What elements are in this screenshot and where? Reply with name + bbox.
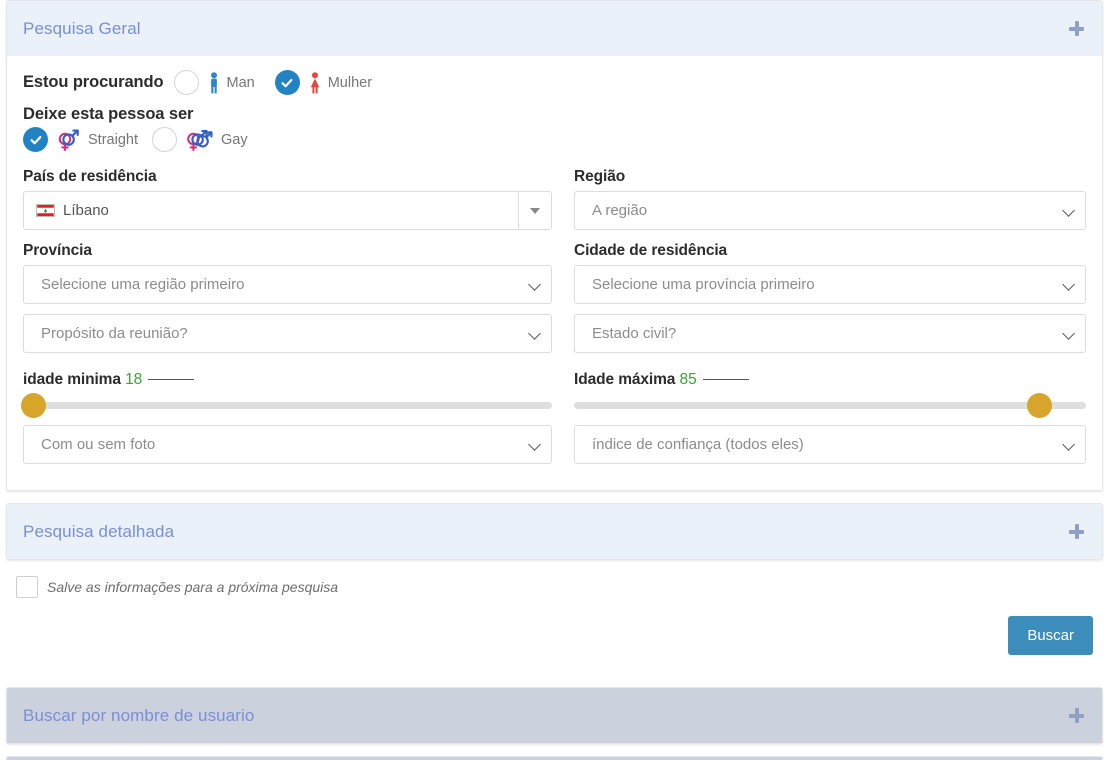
- trust-field-group: índice de confiança (todos eles): [574, 425, 1086, 464]
- purpose-select[interactable]: Propósito da reunião?: [23, 314, 552, 353]
- photo-select[interactable]: Com ou sem foto: [23, 425, 552, 464]
- purpose-field-group: Propósito da reunião?: [23, 314, 552, 353]
- search-page: Pesquisa Geral Estou procurando Man Mulh…: [0, 0, 1109, 760]
- orientation-option-gay-label: Gay: [220, 131, 248, 148]
- orientation-options-row: Straight Gay: [23, 127, 1086, 152]
- orientation-option-straight-label: Straight: [88, 131, 138, 148]
- chevron-down-icon: [1062, 437, 1075, 451]
- panel-general-search-header[interactable]: Pesquisa Geral: [7, 1, 1102, 56]
- plus-icon[interactable]: [1069, 21, 1084, 36]
- chevron-down-icon: [528, 277, 541, 291]
- panel-detailed-search: Pesquisa detalhada: [6, 503, 1103, 560]
- panel-general-search-body: Estou procurando Man Mulher Deixe esta p…: [7, 56, 1102, 490]
- region-label: Região: [574, 168, 626, 185]
- chevron-down-icon: [528, 437, 541, 451]
- radio-checked-icon[interactable]: [23, 127, 48, 152]
- marital-status-select[interactable]: Estado civil?: [574, 314, 1086, 353]
- region-value: A região: [592, 202, 648, 219]
- chevron-down-icon: [1062, 203, 1075, 217]
- search-button[interactable]: Buscar: [1008, 616, 1093, 655]
- trust-index-select[interactable]: índice de confiança (todos eles): [574, 425, 1086, 464]
- city-select[interactable]: Selecione uma província primeiro: [574, 265, 1086, 304]
- chevron-down-icon: [1062, 326, 1075, 340]
- caret-down-icon: [530, 207, 540, 214]
- save-search-row: Salve as informações para a próxima pesq…: [16, 574, 1093, 598]
- panel-username-search-title: Buscar por nombre de usuario: [23, 705, 255, 725]
- lebanon-flag-icon: [36, 204, 55, 217]
- radio-checked-icon[interactable]: [274, 70, 300, 95]
- radio-unchecked-icon[interactable]: [173, 70, 199, 95]
- province-label: Província: [23, 242, 92, 259]
- location-grid: País de residência Líbano Região A regiã…: [21, 156, 1086, 464]
- age-min-slider-thumb[interactable]: [21, 393, 47, 418]
- age-min-label: idade minima: [23, 371, 121, 388]
- panel-general-search-title: Pesquisa Geral: [23, 18, 141, 38]
- chevron-down-icon: [528, 326, 541, 340]
- age-max-group: Idade máxima 85: [574, 371, 1086, 418]
- country-field-group: País de residência Líbano: [23, 156, 552, 230]
- straight-symbol-icon: [56, 128, 82, 152]
- age-max-underline: [702, 379, 749, 380]
- orientation-option-gay[interactable]: Gay: [151, 127, 248, 152]
- save-search-label: Salve as informações para a próxima pesq…: [47, 579, 339, 595]
- photo-field-group: Com ou sem foto: [23, 425, 552, 464]
- looking-for-option-man[interactable]: Man: [173, 70, 255, 95]
- age-min-underline: [148, 379, 195, 380]
- save-search-checkbox[interactable]: [16, 576, 38, 598]
- orientation-label: Deixe esta pessoa ser: [23, 105, 194, 123]
- age-min-label-row: idade minima 18: [23, 371, 552, 389]
- age-max-value: 85: [679, 371, 697, 388]
- submit-row: Buscar: [16, 616, 1093, 655]
- looking-for-option-man-label: Man: [226, 74, 255, 91]
- age-max-slider[interactable]: [574, 393, 1086, 418]
- purpose-value: Propósito da reunião?: [41, 325, 188, 342]
- country-select[interactable]: Líbano: [23, 191, 552, 230]
- age-min-value: 18: [125, 371, 143, 388]
- country-label: País de residência: [23, 168, 157, 185]
- chevron-down-icon: [1062, 277, 1075, 291]
- save-and-submit-area: Salve as informações para a próxima pesq…: [0, 570, 1109, 673]
- city-value: Selecione uma província primeiro: [592, 276, 815, 293]
- region-field-group: Região A região: [574, 156, 1086, 230]
- looking-for-option-woman-label: Mulher: [327, 74, 373, 91]
- plus-icon[interactable]: [1069, 708, 1084, 723]
- marital-status-value: Estado civil?: [592, 325, 677, 342]
- looking-for-label: Estou procurando: [23, 73, 164, 91]
- trust-index-value: índice de confiança (todos eles): [592, 436, 804, 453]
- panel-general-search: Pesquisa Geral Estou procurando Man Mulh…: [6, 0, 1103, 491]
- panel-quick-filter: Filtrado rápido: [6, 756, 1103, 760]
- age-max-label-row: Idade máxima 85: [574, 371, 1086, 389]
- radio-unchecked-icon[interactable]: [151, 127, 177, 152]
- province-value: Selecione uma região primeiro: [41, 276, 245, 293]
- country-value: Líbano: [63, 202, 109, 219]
- province-select[interactable]: Selecione uma região primeiro: [23, 265, 552, 304]
- panel-username-search-header[interactable]: Buscar por nombre de usuario: [7, 688, 1102, 743]
- province-field-group: Província Selecione uma região primeiro: [23, 230, 552, 304]
- photo-value: Com ou sem foto: [41, 436, 156, 453]
- panel-username-search: Buscar por nombre de usuario: [6, 687, 1103, 744]
- female-figure-icon: [308, 71, 322, 94]
- age-max-label: Idade máxima: [574, 371, 676, 388]
- male-figure-icon: [207, 71, 221, 94]
- country-dropdown-button[interactable]: [518, 192, 551, 229]
- city-field-group: Cidade de residência Selecione uma proví…: [574, 230, 1086, 304]
- age-min-group: idade minima 18: [21, 371, 552, 418]
- looking-for-option-woman[interactable]: Mulher: [274, 70, 373, 95]
- marital-field-group: Estado civil?: [574, 314, 1086, 353]
- age-max-slider-thumb[interactable]: [1027, 393, 1053, 418]
- city-label: Cidade de residência: [574, 242, 728, 259]
- looking-for-row: Estou procurando Man Mulher: [23, 70, 1086, 95]
- orientation-group: Deixe esta pessoa ser Straight Gay: [23, 105, 1086, 152]
- gay-symbol-icon: [185, 128, 215, 152]
- panel-detailed-search-title: Pesquisa detalhada: [23, 521, 175, 541]
- region-select[interactable]: A região: [574, 191, 1086, 230]
- panel-detailed-search-header[interactable]: Pesquisa detalhada: [7, 504, 1102, 559]
- plus-icon[interactable]: [1069, 524, 1084, 539]
- age-min-slider[interactable]: [21, 393, 552, 418]
- orientation-option-straight[interactable]: Straight: [23, 127, 138, 152]
